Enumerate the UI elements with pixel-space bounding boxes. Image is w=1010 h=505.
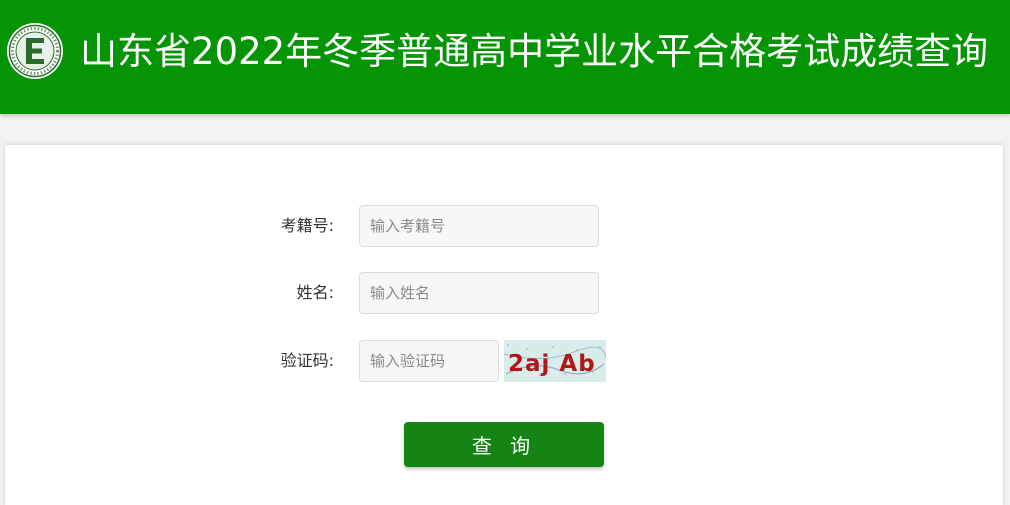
name-input[interactable]	[359, 272, 599, 314]
captcha-label: 验证码:	[280, 351, 334, 370]
captcha-input[interactable]	[359, 340, 499, 382]
exam-logo-icon	[7, 23, 63, 79]
query-button[interactable]: 查 询	[404, 422, 604, 467]
exam-id-input[interactable]	[359, 205, 599, 247]
captcha-image[interactable]: 2aj Ab	[504, 340, 606, 382]
captcha-text: 2aj Ab	[508, 351, 596, 377]
page-header: 山东省2022年冬季普通高中学业水平合格考试成绩查询	[0, 0, 1010, 114]
name-label: 姓名:	[296, 283, 334, 302]
exam-id-label: 考籍号:	[280, 216, 334, 235]
page-title: 山东省2022年冬季普通高中学业水平合格考试成绩查询	[80, 30, 989, 73]
